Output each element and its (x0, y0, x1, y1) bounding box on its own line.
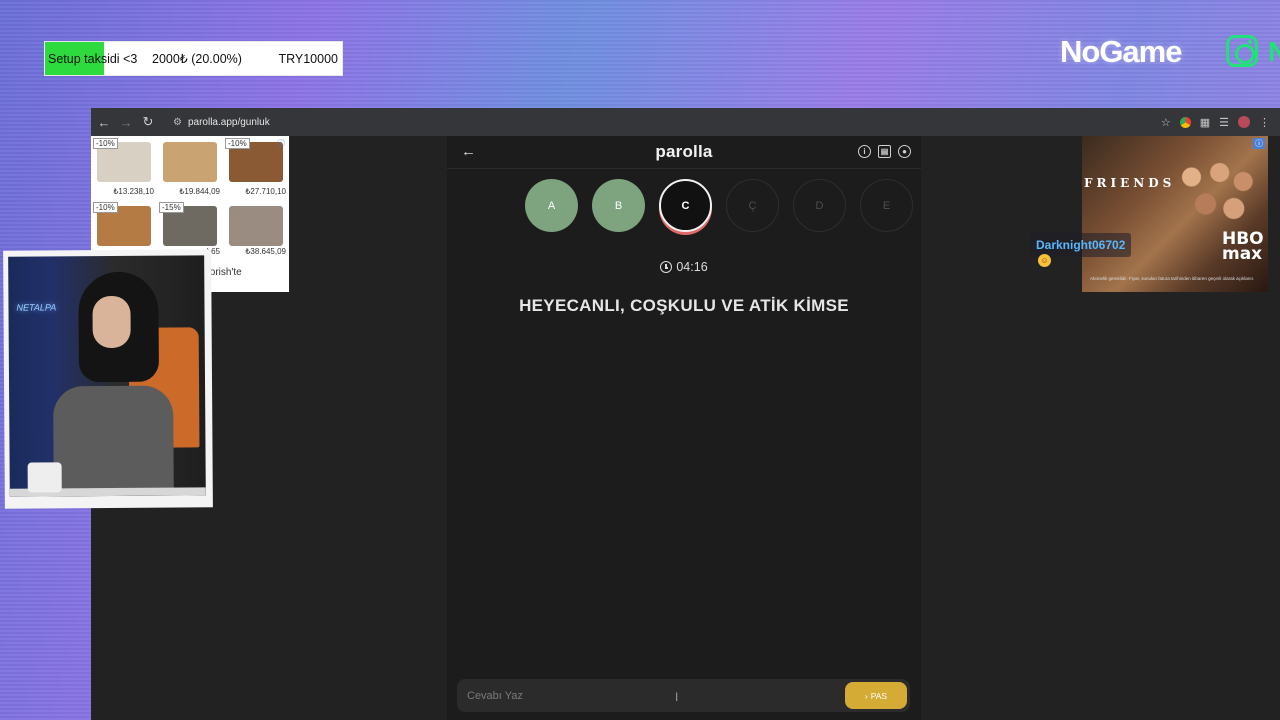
puzzle-icon[interactable]: ▦ (1200, 116, 1210, 129)
extension-toolbar: ☆ ▦ ☰ ⋮ (1161, 116, 1280, 129)
letter-pending: Ç (726, 179, 779, 232)
pass-button[interactable]: › PAS (845, 682, 907, 709)
stats-icon[interactable]: ▤ (878, 145, 891, 158)
question-text: HEYECANLI, COŞKULU VE ATİK KİMSE (519, 296, 849, 315)
ad-image-cast (1168, 150, 1262, 240)
ad-product-card[interactable]: -10% ₺13.238,10 (91, 136, 157, 200)
ad-product-image (163, 142, 217, 182)
browser-toolbar: ← → ↻ ⚙ parolla.app/gunluk ☆ ▦ ☰ ⋮ (91, 108, 1280, 136)
pass-label: PAS (870, 690, 888, 701)
mug (27, 462, 62, 493)
chat-username: Darknight06702 (1036, 238, 1126, 252)
color-extension-icon[interactable] (1179, 116, 1191, 128)
instagram-icon (1226, 35, 1258, 67)
ad-discount-badge: -10% (93, 138, 118, 149)
ad-discount-badge: -15% (159, 202, 184, 213)
ad-product-price: ₺27.710,10 (245, 187, 286, 196)
profile-avatar[interactable] (1238, 116, 1250, 128)
letter-done: A (525, 179, 578, 232)
page-viewport: -10% ₺13.238,10 ₺19.844,09 -10% ₺27.710,10 -1… (91, 136, 1280, 720)
letter-pending: E (860, 179, 913, 232)
answer-input[interactable] (457, 689, 845, 702)
ad-banner-hbo[interactable]: FRIENDS HBO max Abonelik gereklidir. Fiy… (1082, 136, 1268, 292)
reload-icon[interactable]: ↻ (137, 114, 159, 130)
header-divider (447, 168, 921, 169)
ad-product-price: ₺38.645,09 (245, 247, 286, 256)
goal-title: Setup taksidi <3 (48, 51, 138, 66)
ad-product-image (229, 206, 283, 246)
letter-track: ABCÇDE (525, 179, 913, 232)
text-cursor-icon: I (675, 690, 679, 704)
streamer-body (53, 385, 174, 497)
ad-product-price: ₺13.238,10 (113, 187, 154, 196)
ad-fine-print: Abonelik gereklidir. Fiyat, sunulan fatu… (1090, 276, 1255, 281)
arrow-right-icon[interactable]: → (115, 115, 137, 130)
address-url: parolla.app/gunluk (187, 116, 270, 128)
address-bar[interactable]: ⚙ parolla.app/gunluk (165, 111, 278, 133)
countdown-timer: 04:16 (447, 260, 921, 274)
goal-target-amount: TRY10000 (278, 51, 338, 66)
streamer-face (92, 295, 131, 349)
webcam-feed: NETALPA (8, 255, 206, 497)
ad-info-icon[interactable]: ⓘ (277, 138, 285, 149)
ad-product-card[interactable]: ₺19.844,09 (157, 136, 223, 200)
arrow-left-icon[interactable]: ← (93, 115, 115, 130)
letter-pending: D (793, 179, 846, 232)
answer-bar: I › PAS (457, 679, 910, 712)
chevron-right-icon: › (864, 690, 868, 701)
webcam-overlay: NETALPA (3, 249, 213, 509)
ad-show-logo: FRIENDS (1084, 176, 1176, 190)
donation-goal-bar: Setup taksidi <3 2000₺ (20.00%) TRY10000 (44, 41, 343, 76)
media-icon[interactable]: ☰ (1219, 116, 1229, 129)
info-icon[interactable]: i (858, 145, 871, 158)
parolla-game: ← parolla i ▤ ● ABCÇDE 04:16 HEYECANLI, … (447, 136, 921, 720)
ad-product-price: ₺19.844,09 (179, 187, 220, 196)
goal-current-amount: 2000₺ (20.00%) (152, 52, 242, 66)
ad-discount-badge: -10% (225, 138, 250, 149)
letter-active: C (659, 179, 712, 232)
letter-done: B (592, 179, 645, 232)
game-header: ← parolla i ▤ ● (447, 136, 921, 168)
account-icon[interactable]: ● (898, 145, 911, 158)
game-title: parolla (655, 142, 713, 161)
channel-logo: NoGame (1060, 34, 1182, 69)
star-icon[interactable]: ☆ (1161, 116, 1171, 129)
ad-discount-badge: -10% (93, 202, 118, 213)
ad-info-icon[interactable]: ⓘ (1253, 138, 1265, 149)
social-handle-partial: N (1268, 36, 1280, 67)
ad-network-logo: HBO max (1222, 229, 1264, 264)
site-info-icon[interactable]: ⚙ (173, 117, 182, 128)
ad-footer-text: torish'te (207, 267, 242, 278)
timer-value: 04:16 (676, 260, 708, 274)
browser-window: ← → ↻ ⚙ parolla.app/gunluk ☆ ▦ ☰ ⋮ -10% ₺… (91, 108, 1280, 720)
kebab-menu-icon[interactable]: ⋮ (1259, 116, 1270, 129)
ad-product-card[interactable]: ₺38.645,09 (223, 200, 289, 260)
laughing-emoji-icon: ☺ (1038, 254, 1051, 267)
clock-icon (660, 261, 673, 273)
neon-sign: NETALPA (16, 302, 57, 313)
